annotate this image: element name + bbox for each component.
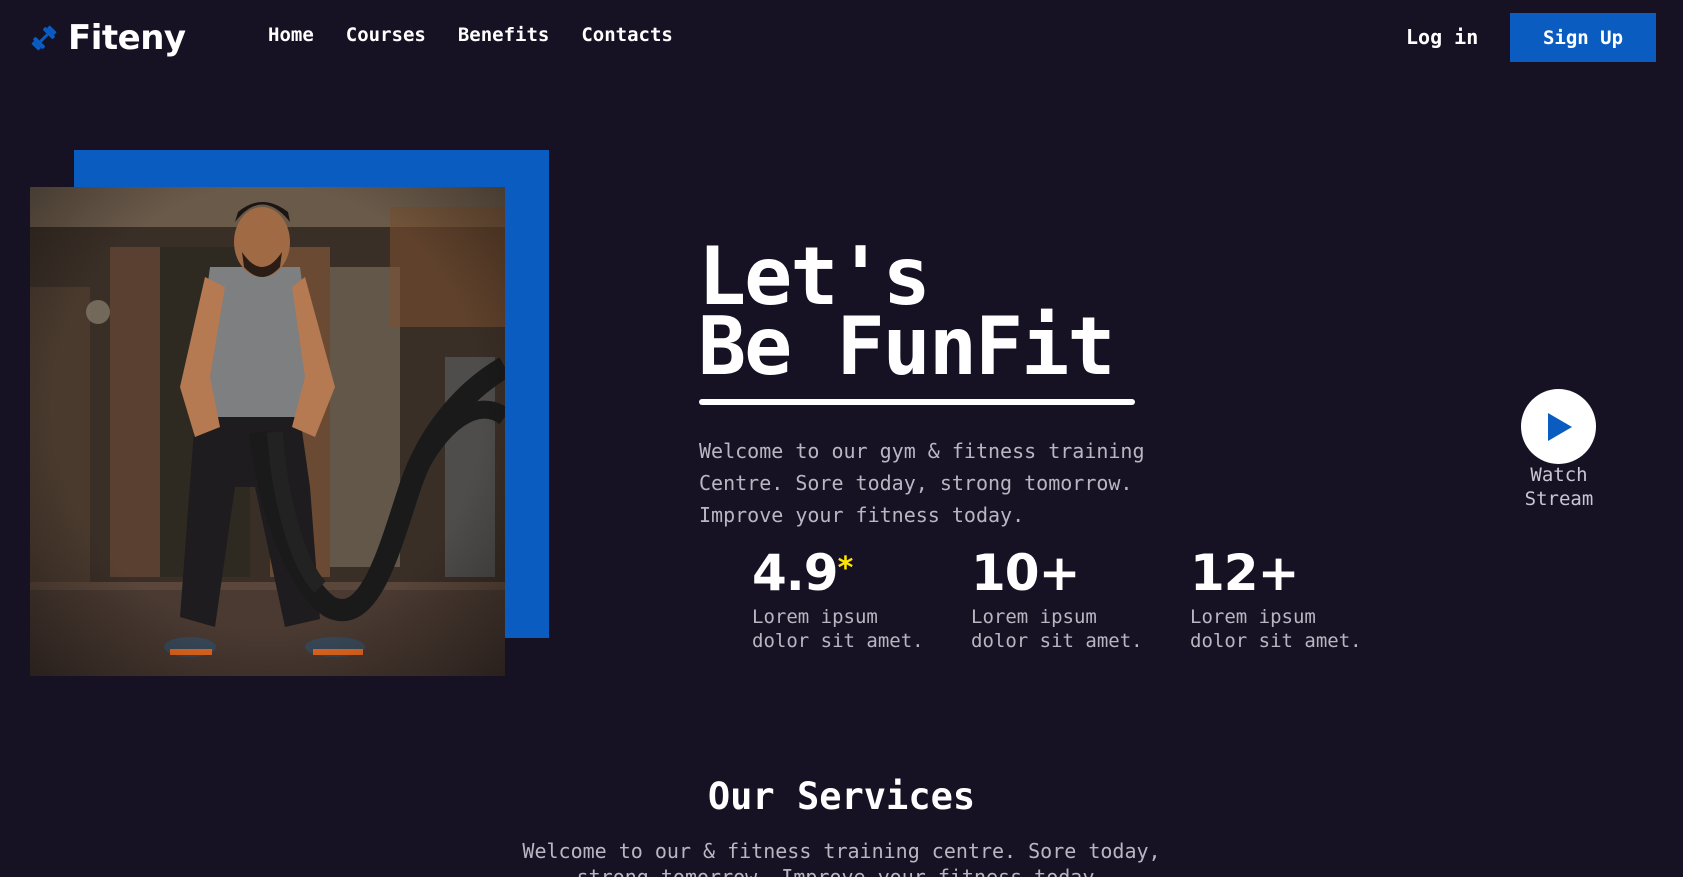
- stat-count-2: 12+ Lorem ipsum dolor sit amet.: [1190, 545, 1362, 653]
- stat-rating: 4.9* Lorem ipsum dolor sit amet.: [752, 545, 924, 653]
- hero-photo: [30, 187, 505, 676]
- brand-name: Fiteny: [68, 18, 186, 58]
- hero-title-line2: Be FunFit: [698, 300, 1115, 393]
- nav-benefits[interactable]: Benefits: [458, 24, 550, 46]
- hero-title: Let's Be FunFit: [698, 237, 1115, 393]
- brand-logo[interactable]: Fiteny: [30, 18, 186, 58]
- page: Fiteny Home Courses Benefits Contacts Lo…: [0, 0, 1683, 877]
- hero-title-underline: [699, 399, 1135, 405]
- stat-value: 10+: [971, 544, 1080, 602]
- login-link[interactable]: Log in: [1406, 25, 1478, 49]
- watch-stream-button[interactable]: [1521, 389, 1596, 464]
- services-title: Our Services: [707, 775, 976, 818]
- stat-value: 4.9*: [752, 544, 854, 602]
- dumbbell-icon: [31, 25, 57, 51]
- stat-value: 12+: [1190, 544, 1299, 602]
- play-icon: [1547, 412, 1572, 441]
- stat-count-1: 10+ Lorem ipsum dolor sit amet.: [971, 545, 1143, 653]
- stat-label: Lorem ipsum dolor sit amet.: [971, 606, 1143, 652]
- nav-courses[interactable]: Courses: [346, 24, 426, 46]
- stat-label: Lorem ipsum dolor sit amet.: [752, 606, 924, 652]
- nav-home[interactable]: Home: [268, 24, 314, 46]
- stat-label: Lorem ipsum dolor sit amet.: [1190, 606, 1362, 652]
- rating-star-mark: *: [837, 551, 854, 586]
- services-description: Welcome to our & fitness training centre…: [522, 839, 1161, 877]
- main-nav: Home Courses Benefits Contacts: [268, 24, 673, 46]
- signup-button[interactable]: Sign Up: [1510, 13, 1656, 62]
- nav-contacts[interactable]: Contacts: [581, 24, 673, 46]
- hero-description: Welcome to our gym & fitness training Ce…: [699, 439, 1145, 527]
- watch-stream-label[interactable]: Watch Stream: [1510, 463, 1608, 511]
- battle-ropes-illustration: [30, 187, 505, 676]
